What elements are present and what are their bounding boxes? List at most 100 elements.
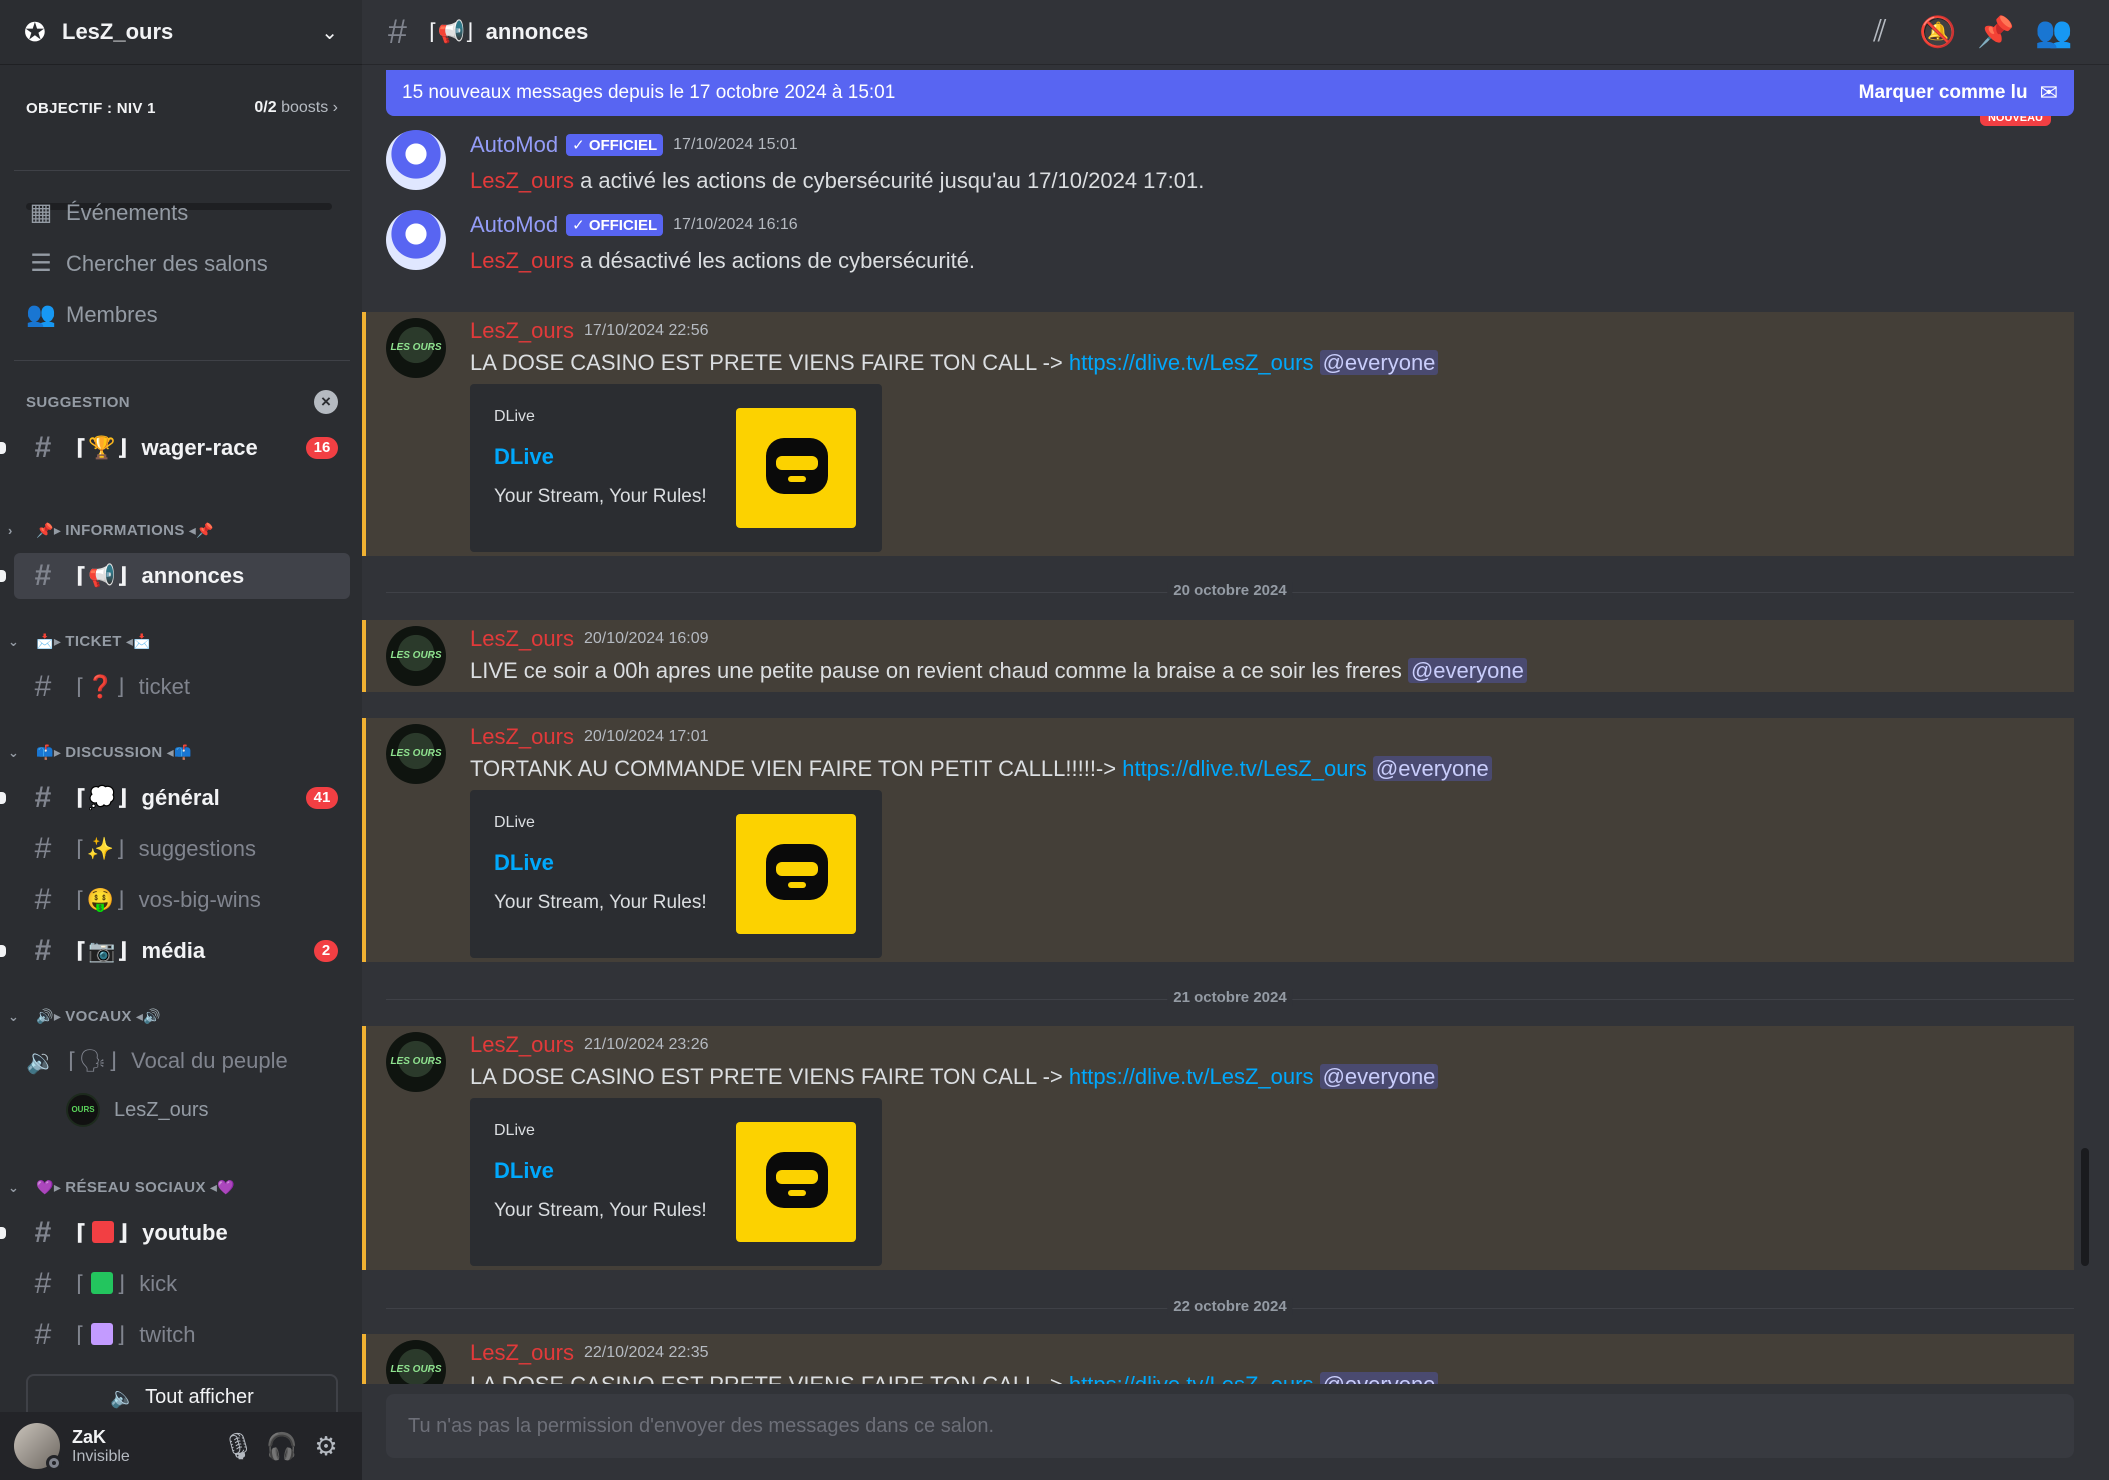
message-content: TORTANK AU COMMANDE VIEN FAIRE TON PETIT… bbox=[470, 756, 1492, 782]
nav-events[interactable]: ▦ Événements bbox=[26, 198, 189, 227]
author-avatar[interactable]: LES OURS bbox=[386, 318, 446, 378]
nav-browse-channels[interactable]: ☰ Chercher des salons bbox=[26, 249, 268, 278]
category-suggestion[interactable]: SUGGESTION bbox=[26, 394, 130, 411]
pinned-messages-icon[interactable]: 📌 bbox=[1967, 15, 2025, 50]
category-reseau-sociaux[interactable]: ⌄ 💜▸ RÉSEAU SOCIAUX ◂💜 bbox=[8, 1179, 239, 1196]
nav-members[interactable]: 👥 Membres bbox=[26, 300, 158, 329]
headphones-icon[interactable]: 🎧 bbox=[260, 1424, 304, 1468]
message-content: LA DOSE CASINO EST PRETE VIENS FAIRE TON… bbox=[470, 350, 1439, 376]
message-author[interactable]: AutoMod bbox=[470, 132, 558, 158]
settings-gear-icon[interactable]: ⚙ bbox=[304, 1424, 348, 1468]
speaker-icon: 🔊▸ bbox=[36, 1008, 62, 1024]
timestamp: 17/10/2024 15:01 bbox=[673, 136, 798, 153]
message-author[interactable]: LesZ_ours bbox=[470, 1032, 574, 1058]
mention-badge: 2 bbox=[314, 940, 338, 962]
automod-avatar[interactable] bbox=[386, 130, 446, 190]
channel-vos-big-wins[interactable]: # ⌈🤑⌋ vos-big-wins bbox=[14, 877, 350, 923]
new-messages-bar[interactable]: 15 nouveaux messages depuis le 17 octobr… bbox=[386, 70, 2074, 116]
author-avatar[interactable]: LES OURS bbox=[386, 626, 446, 686]
voice-member[interactable]: OURS LesZ_ours bbox=[66, 1093, 209, 1127]
official-badge: ✓ OFFICIEL bbox=[566, 214, 664, 236]
embed-title[interactable]: DLive bbox=[494, 444, 554, 470]
channel-wager-race[interactable]: # ⌈🏆⌋ wager-race 16 bbox=[14, 425, 350, 471]
envelope-icon: 📩▸ bbox=[36, 633, 62, 649]
message-content: LesZ_ours a activé les actions de cybers… bbox=[470, 168, 1205, 193]
notifications-muted-icon[interactable]: 🔕 bbox=[1909, 15, 1967, 50]
everyone-mention[interactable]: @everyone bbox=[1319, 1064, 1439, 1089]
text-channel-icon: # bbox=[34, 1267, 52, 1300]
message-author[interactable]: LesZ_ours bbox=[470, 724, 574, 750]
server-name: LesZ_ours bbox=[62, 19, 174, 44]
everyone-mention[interactable]: @everyone bbox=[1319, 350, 1439, 375]
channel-ticket[interactable]: # ⌈❓⌋ ticket bbox=[14, 664, 350, 710]
everyone-mention[interactable]: @everyone bbox=[1407, 658, 1527, 683]
channel-vocal-du-peuple[interactable]: 🔉 ⌈🗣⌋ Vocal du peuple bbox=[14, 1038, 350, 1084]
dlive-link[interactable]: https://dlive.tv/LesZ_ours bbox=[1069, 1064, 1314, 1089]
embed-title[interactable]: DLive bbox=[494, 850, 554, 876]
link-embed: DLive DLive Your Stream, Your Rules! bbox=[470, 384, 882, 552]
dlive-link[interactable]: https://dlive.tv/LesZ_ours bbox=[1069, 350, 1314, 375]
dismiss-suggestion-icon[interactable]: × bbox=[314, 390, 338, 414]
mark-as-read-button[interactable]: Marquer comme lu bbox=[1859, 82, 2028, 104]
boost-count: 0/2 boosts › bbox=[254, 99, 338, 116]
pushpin-icon: ◂📌 bbox=[188, 522, 215, 538]
message: LES OURS LesZ_ours 20/10/2024 16:09 LIVE… bbox=[362, 620, 2074, 692]
category-vocaux[interactable]: ⌄ 🔊▸ VOCAUX ◂🔊 bbox=[8, 1008, 165, 1025]
embed-provider: DLive bbox=[494, 1122, 535, 1139]
channel-suggestions[interactable]: # ⌈✨⌋ suggestions bbox=[14, 826, 350, 872]
text-channel-icon: # bbox=[34, 883, 52, 916]
channel-title: ⌈📢⌋ annonces bbox=[428, 19, 589, 44]
user-avatar[interactable] bbox=[14, 1423, 62, 1471]
message-author[interactable]: LesZ_ours bbox=[470, 318, 574, 344]
text-channel-icon: # bbox=[34, 781, 52, 814]
message: LES OURS LesZ_ours 17/10/2024 22:56 LA D… bbox=[362, 312, 2074, 556]
embed-title[interactable]: DLive bbox=[494, 1158, 554, 1184]
members-icon: 👥 bbox=[26, 301, 56, 328]
message-author[interactable]: LesZ_ours bbox=[470, 626, 574, 652]
message-author[interactable]: AutoMod bbox=[470, 212, 558, 238]
microphone-icon[interactable]: 🎙 bbox=[216, 1424, 260, 1468]
channel-annonces[interactable]: # ⌈📢⌋ annonces bbox=[14, 553, 350, 599]
embed-provider: DLive bbox=[494, 814, 535, 831]
dlive-link[interactable]: https://dlive.tv/LesZ_ours bbox=[1122, 756, 1367, 781]
envelope-icon: ◂📩 bbox=[125, 633, 152, 649]
chevron-down-icon[interactable]: ⌄ bbox=[321, 20, 338, 45]
calendar-icon: ▦ bbox=[29, 199, 53, 226]
category-ticket[interactable]: ⌄ 📩▸ TICKET ◂📩 bbox=[8, 633, 155, 650]
purple-square-icon bbox=[90, 1323, 113, 1345]
timestamp: 17/10/2024 16:16 bbox=[673, 216, 798, 233]
boost-goal-label: OBJECTIF : NIV 1 bbox=[26, 99, 156, 117]
channel-search-icon: ☰ bbox=[30, 250, 52, 277]
automod-avatar[interactable] bbox=[386, 210, 446, 270]
dlive-logo-icon[interactable] bbox=[736, 408, 856, 528]
text-channel-icon: # bbox=[34, 431, 52, 464]
channel-youtube[interactable]: # ⌈ ⌋ youtube bbox=[14, 1210, 350, 1256]
everyone-mention[interactable]: @everyone bbox=[1372, 756, 1492, 781]
category-informations[interactable]: › 📌▸ INFORMATIONS ◂📌 bbox=[8, 522, 218, 539]
dlive-logo-icon[interactable] bbox=[736, 814, 856, 934]
channel-kick[interactable]: # ⌈ ⌋ kick bbox=[14, 1261, 350, 1307]
category-discussion[interactable]: ⌄ 📫▸ DISCUSSION ◂📫 bbox=[8, 744, 196, 761]
scrollbar[interactable] bbox=[2081, 1148, 2089, 1266]
boost-goal[interactable]: OBJECTIF : NIV 1 0/2 boosts › bbox=[0, 65, 362, 205]
server-header[interactable]: ✪ LesZ_ours ⌄ bbox=[0, 0, 362, 65]
timestamp: 22/10/2024 22:35 bbox=[583, 1344, 709, 1361]
invisible-status-icon bbox=[46, 1455, 62, 1471]
channel-media[interactable]: # ⌈📷⌋ média 2 bbox=[14, 928, 350, 974]
dlive-logo-icon[interactable] bbox=[736, 1122, 856, 1242]
channel-twitch[interactable]: # ⌈ ⌋ twitch bbox=[14, 1312, 350, 1358]
chevron-right-icon: › bbox=[332, 99, 338, 116]
threads-icon[interactable]: ⫽ bbox=[1851, 15, 1909, 49]
author-avatar[interactable]: LES OURS bbox=[386, 1032, 446, 1092]
purple-hearts-icon: ◂💜 bbox=[209, 1179, 236, 1195]
member-list-icon[interactable]: 👥 bbox=[2025, 15, 2083, 50]
official-badge: ✓ OFFICIEL bbox=[566, 134, 664, 156]
channel-general[interactable]: # ⌈💭⌋ général 41 bbox=[14, 775, 350, 821]
user-status: Invisible bbox=[72, 1447, 130, 1465]
author-avatar[interactable]: LES OURS bbox=[386, 724, 446, 784]
text-channel-icon: # bbox=[34, 934, 52, 967]
pushpin-icon: 📌▸ bbox=[36, 522, 62, 538]
text-channel-icon: # bbox=[388, 12, 407, 51]
chevron-down-icon: ⌄ bbox=[8, 744, 20, 760]
message-author[interactable]: LesZ_ours bbox=[470, 1340, 574, 1366]
